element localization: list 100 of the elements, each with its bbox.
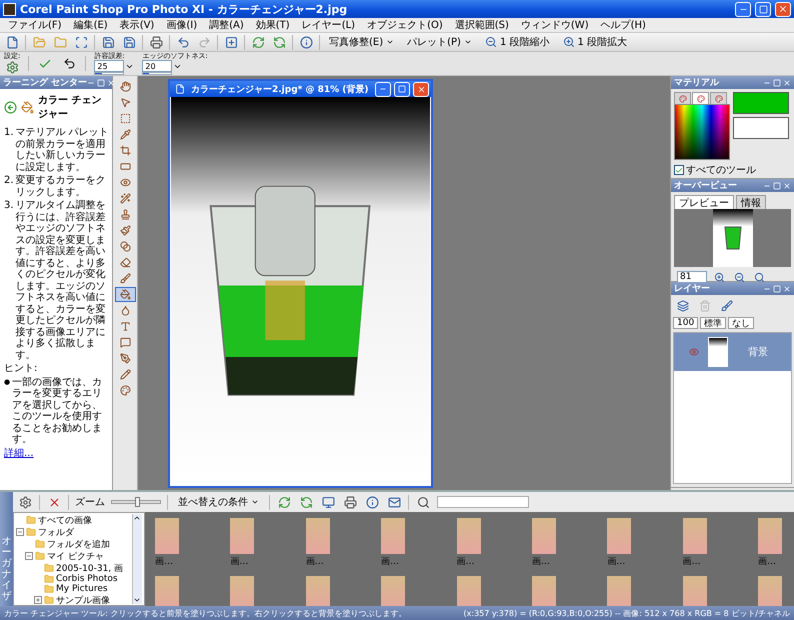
back-icon[interactable] — [4, 100, 17, 114]
zoom-slider[interactable] — [111, 500, 161, 504]
mail-icon[interactable] — [388, 496, 400, 508]
photo-placeholder[interactable] — [607, 518, 632, 554]
maximize-icon[interactable] — [773, 182, 781, 190]
search-field[interactable] — [437, 496, 529, 508]
close-icon[interactable] — [783, 78, 791, 86]
checkbox[interactable] — [674, 165, 684, 175]
panel-tab[interactable]: 情報 — [736, 195, 766, 209]
refresh-icon[interactable] — [252, 36, 264, 48]
photo-placeholder[interactable] — [381, 576, 406, 606]
paint-bucket-icon[interactable] — [21, 100, 34, 114]
brush-icon[interactable] — [721, 300, 733, 312]
menu-item[interactable]: ヘルプ(H) — [600, 18, 646, 32]
maximize-button[interactable] — [755, 2, 771, 16]
photo-placeholder[interactable] — [381, 518, 406, 554]
photo-placeholder[interactable] — [230, 518, 254, 554]
tree-item[interactable]: Corbis Photos — [56, 574, 118, 584]
background-swatch[interactable] — [733, 117, 789, 139]
tree-item[interactable]: マイ ピクチャ — [47, 550, 104, 562]
close-button[interactable] — [775, 2, 791, 16]
menu-item[interactable]: 画像(I) — [166, 18, 198, 32]
printer-icon[interactable] — [150, 36, 162, 48]
close-icon[interactable] — [783, 182, 791, 190]
info-icon[interactable] — [366, 496, 378, 508]
blend-mode-field[interactable]: 標準 — [700, 317, 726, 329]
save-icon[interactable] — [102, 36, 114, 48]
tree-item[interactable]: フォルダを追加 — [47, 538, 110, 550]
image-preview[interactable] — [712, 209, 752, 267]
number-field[interactable]: 20 — [142, 60, 172, 72]
palette-tab[interactable] — [674, 92, 691, 104]
photo-placeholder[interactable] — [532, 576, 556, 606]
scrollbar[interactable] — [132, 514, 142, 604]
maximize-button[interactable] — [394, 82, 410, 96]
expand-icon[interactable] — [34, 596, 42, 604]
search-icon[interactable] — [416, 496, 430, 508]
reset-icon[interactable] — [62, 57, 76, 70]
more-link[interactable]: 詳細... — [4, 448, 34, 458]
value-track[interactable] — [94, 72, 124, 75]
menu-item[interactable]: 選択範囲(S) — [454, 18, 509, 32]
photo-placeholder[interactable] — [230, 576, 254, 606]
menu-item[interactable]: レイヤー(L) — [302, 18, 356, 32]
save-icon[interactable] — [122, 36, 136, 48]
tool-button[interactable] — [114, 287, 136, 302]
photo-placeholder[interactable] — [456, 518, 480, 554]
dropdown-button[interactable]: 写真修整(E) — [325, 34, 398, 50]
value-track[interactable] — [142, 72, 172, 75]
zoom-field[interactable]: 81 — [677, 271, 707, 283]
zoom-icon[interactable] — [734, 272, 744, 282]
new-file-icon[interactable] — [6, 36, 18, 48]
number-field[interactable]: 25 — [94, 60, 124, 72]
settings-icon[interactable] — [18, 496, 32, 508]
scroll-down-icon[interactable] — [133, 596, 141, 604]
menu-item[interactable]: 調整(A) — [209, 18, 244, 32]
settings-icon[interactable] — [6, 61, 18, 74]
zoom-icon[interactable] — [754, 272, 764, 282]
tree-item[interactable]: My Pictures — [56, 584, 108, 594]
scanner-icon[interactable] — [74, 36, 88, 48]
new-window-icon[interactable] — [224, 36, 238, 48]
scroll-up-icon[interactable] — [133, 514, 141, 522]
tree-item[interactable]: 2005-10-31, 画 — [56, 562, 124, 574]
tree-item[interactable]: サンプル画像 — [56, 594, 110, 605]
minimize-button[interactable] — [735, 2, 751, 16]
dropdown-button[interactable]: パレット(P) — [403, 34, 476, 50]
photo-placeholder[interactable] — [306, 518, 330, 554]
maximize-icon[interactable] — [773, 78, 781, 86]
collapse-icon[interactable] — [16, 528, 24, 536]
menu-item[interactable]: 効果(T) — [256, 18, 290, 32]
zoom-button[interactable]: 1 段階拡大 — [558, 34, 632, 50]
sort-dropdown[interactable]: 並べ替えの条件 — [174, 494, 263, 510]
menu-item[interactable]: ウィンドウ(W) — [520, 18, 589, 32]
tree-item[interactable]: フォルダ — [38, 526, 74, 538]
photo-placeholder[interactable] — [607, 576, 632, 606]
photo-placeholder[interactable] — [532, 518, 556, 554]
panel-tab[interactable]: プレビュー — [674, 195, 734, 209]
foreground-swatch[interactable] — [733, 92, 789, 114]
refresh-icon[interactable] — [272, 36, 286, 48]
new-layer-icon[interactable] — [677, 300, 689, 312]
undo-icon[interactable] — [176, 36, 190, 48]
maximize-icon[interactable] — [97, 78, 106, 86]
opacity-field[interactable]: 100 — [673, 317, 698, 329]
collapse-icon[interactable] — [25, 552, 33, 560]
menu-item[interactable]: ファイル(F) — [8, 18, 62, 32]
color-spectrum[interactable] — [674, 104, 730, 160]
refresh-icon[interactable] — [278, 496, 290, 508]
close-button[interactable] — [413, 82, 429, 96]
photo-placeholder[interactable] — [456, 576, 480, 606]
info-icon[interactable] — [300, 36, 312, 48]
zoom-button[interactable]: 1 段階縮小 — [480, 34, 554, 50]
tree-item[interactable]: すべての画像 — [38, 514, 92, 526]
delete-icon[interactable] — [48, 496, 60, 508]
photo-placeholder[interactable] — [682, 576, 707, 606]
photo-placeholder[interactable] — [306, 576, 330, 606]
menu-item[interactable]: 編集(E) — [74, 18, 108, 32]
close-icon[interactable] — [783, 284, 791, 292]
menu-item[interactable]: オブジェクト(O) — [367, 18, 443, 32]
printer-icon[interactable] — [344, 496, 356, 508]
zoom-icon[interactable] — [714, 272, 724, 282]
palette-tab[interactable] — [692, 92, 709, 104]
palette-tab[interactable] — [710, 92, 727, 104]
